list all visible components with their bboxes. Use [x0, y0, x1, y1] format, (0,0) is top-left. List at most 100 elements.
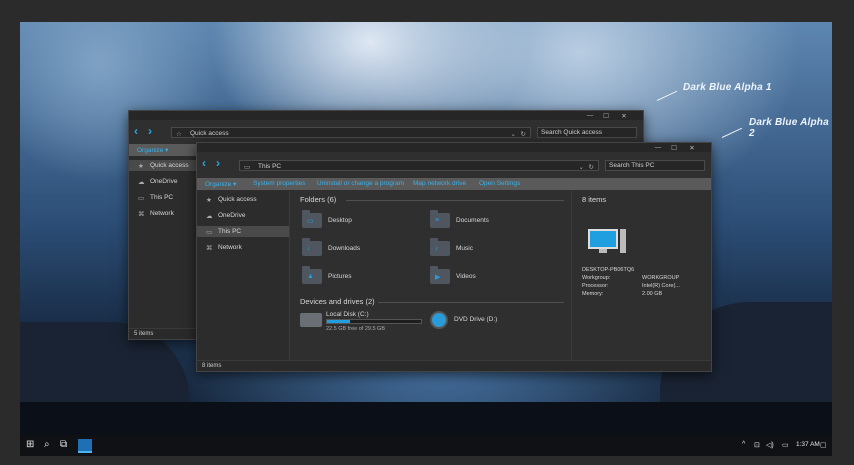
nav-item-this-pc[interactable]: ▭ This PC [197, 226, 289, 237]
tray-chevron-icon[interactable]: ^ [742, 441, 745, 448]
folders-header: Folders (6) [300, 195, 337, 204]
chevron-down-icon[interactable]: ⌄ [511, 130, 516, 138]
folders-divider [346, 200, 564, 201]
downloads-folder-icon[interactable]: ↓ [302, 238, 322, 256]
open-settings-button[interactable]: Open Settings [479, 180, 520, 187]
nav-label: This PC [218, 228, 242, 235]
nav-item-network[interactable]: ⌘ Network [197, 242, 289, 253]
detail-value: Intel(R) Core(... [642, 283, 680, 289]
nav-label: OneDrive [218, 212, 246, 219]
detail-key: DESKTOP-PB06TQ6 [582, 267, 635, 273]
address-bar[interactable]: ☆ Quick access ⌄ ↻ [171, 127, 531, 138]
maximize-button[interactable]: ☐ [667, 144, 681, 152]
network-icon: ⌘ [206, 245, 213, 252]
nav-item-quick-access[interactable]: ★ Quick access [129, 160, 197, 171]
keyboard-tray-icon[interactable]: ▭ [782, 441, 789, 449]
folder-label[interactable]: Downloads [328, 245, 360, 252]
documents-folder-icon[interactable]: ≡ [430, 210, 450, 228]
close-button[interactable]: ✕ [685, 144, 699, 152]
details-count: 8 items [582, 195, 607, 204]
star-icon: ★ [206, 197, 212, 204]
drives-divider [378, 302, 564, 303]
front-titlebar[interactable]: — ☐ ✕ [197, 143, 711, 152]
refresh-icon[interactable]: ↻ [589, 163, 594, 171]
search-input[interactable]: Search Quick access [537, 127, 637, 138]
folder-label[interactable]: Music [456, 245, 473, 252]
back-arrow-icon[interactable]: ‹ [202, 157, 206, 169]
search-icon[interactable]: ⌕ [44, 440, 50, 450]
desktop-folder-icon[interactable]: ▭ [302, 210, 322, 228]
minimize-button[interactable]: — [651, 144, 665, 151]
nav-item-onedrive[interactable]: ☁ OneDrive [197, 210, 289, 221]
nav-label: Network [150, 210, 174, 217]
nav-label: Quick access [218, 196, 257, 203]
forward-arrow-icon[interactable]: › [148, 125, 152, 137]
taskbar: ⊞ ⌕ ⧉ ^ ⊡ ◁) ▭ 1:37 AM ▢ [20, 435, 832, 456]
back-arrow-icon[interactable]: ‹ [134, 125, 138, 137]
drive-usage-fill [327, 320, 350, 323]
nav-item-this-pc[interactable]: ▭ This PC [129, 192, 197, 203]
folder-glyph: ▲ [307, 273, 314, 280]
detail-value: WORKGROUP [642, 275, 680, 281]
drive-label[interactable]: DVD Drive (D:) [454, 316, 497, 323]
network-tray-icon[interactable]: ⊡ [754, 441, 760, 449]
start-windows-icon[interactable]: ⊞ [26, 440, 34, 450]
drive-usage-bar [326, 319, 422, 324]
folder-label[interactable]: Videos [456, 273, 476, 280]
nav-item-onedrive[interactable]: ☁ OneDrive [129, 176, 197, 187]
file-explorer-taskbar-icon[interactable] [78, 439, 92, 453]
ribbon-toolbar: Organize ▾ System properties Uninstall o… [197, 178, 711, 190]
pictures-folder-icon[interactable]: ▲ [302, 266, 322, 284]
computer-icon: ▭ [244, 164, 251, 171]
nav-item-quick-access[interactable]: ★ Quick access [197, 194, 289, 205]
detail-value: 2.00 GB [642, 291, 663, 297]
organize-menu[interactable]: Organize ▾ [137, 146, 168, 154]
uninstall-program-button[interactable]: Uninstall or change a program [317, 180, 404, 187]
monitor-stand-icon [599, 249, 607, 253]
details-pane: 8 items DESKTOP-PB06TQ6 Workgroup: WORKG… [571, 191, 711, 360]
nav-label: OneDrive [150, 178, 178, 185]
detail-key: Processor: [582, 283, 609, 289]
search-input[interactable]: Search This PC [605, 160, 705, 171]
forward-arrow-icon[interactable]: › [216, 157, 220, 169]
folder-label[interactable]: Desktop [328, 217, 352, 224]
folder-label[interactable]: Pictures [328, 273, 351, 280]
address-text: This PC [258, 163, 282, 170]
network-icon: ⌘ [138, 211, 145, 218]
cloud-icon: ☁ [138, 179, 145, 186]
folder-glyph: ▶ [435, 274, 441, 281]
task-view-icon[interactable]: ⧉ [60, 440, 67, 450]
navigation-pane: ★ Quick access ☁ OneDrive ▭ This PC ⌘ Ne… [197, 191, 290, 360]
volume-tray-icon[interactable]: ◁) [766, 441, 774, 449]
folder-glyph: ↓ [307, 245, 311, 252]
videos-folder-icon[interactable]: ▶ [430, 266, 450, 284]
back-titlebar[interactable]: — ☐ ✕ [129, 111, 643, 120]
system-properties-button[interactable]: System properties [253, 180, 305, 187]
maximize-button[interactable]: ☐ [599, 112, 613, 120]
cloud-icon: ☁ [206, 213, 213, 220]
refresh-icon[interactable]: ↻ [521, 130, 526, 138]
chevron-down-icon[interactable]: ⌄ [579, 163, 584, 171]
minimize-button[interactable]: — [583, 112, 597, 119]
clock[interactable]: 1:37 AM [796, 441, 820, 448]
content-pane: Folders (6) ▭ Desktop ≡ Documents ↓ Down… [290, 191, 570, 360]
folder-glyph: ♪ [435, 245, 439, 252]
folder-label[interactable]: Documents [456, 217, 489, 224]
status-text: 5 items [134, 331, 154, 337]
dvd-drive-icon[interactable] [430, 311, 448, 329]
drive-label[interactable]: Local Disk (C:) [326, 311, 369, 318]
hard-drive-icon[interactable] [300, 313, 322, 327]
music-folder-icon[interactable]: ♪ [430, 238, 450, 256]
nav-label: This PC [150, 194, 174, 201]
nav-label: Network [218, 244, 242, 251]
computer-icon: ▭ [206, 229, 213, 236]
address-text: Quick access [190, 130, 229, 137]
map-network-drive-button[interactable]: Map network drive [413, 180, 466, 187]
address-bar[interactable]: ▭ This PC ⌄ ↻ [239, 160, 599, 171]
nav-label: Quick access [150, 162, 189, 169]
nav-item-network[interactable]: ⌘ Network [129, 208, 197, 219]
front-explorer-window[interactable]: — ☐ ✕ ‹ › ▭ This PC ⌄ ↻ Search This PC O… [196, 142, 712, 372]
close-button[interactable]: ✕ [617, 112, 631, 120]
notifications-icon[interactable]: ▢ [820, 441, 827, 449]
organize-menu[interactable]: Organize ▾ [205, 180, 236, 188]
